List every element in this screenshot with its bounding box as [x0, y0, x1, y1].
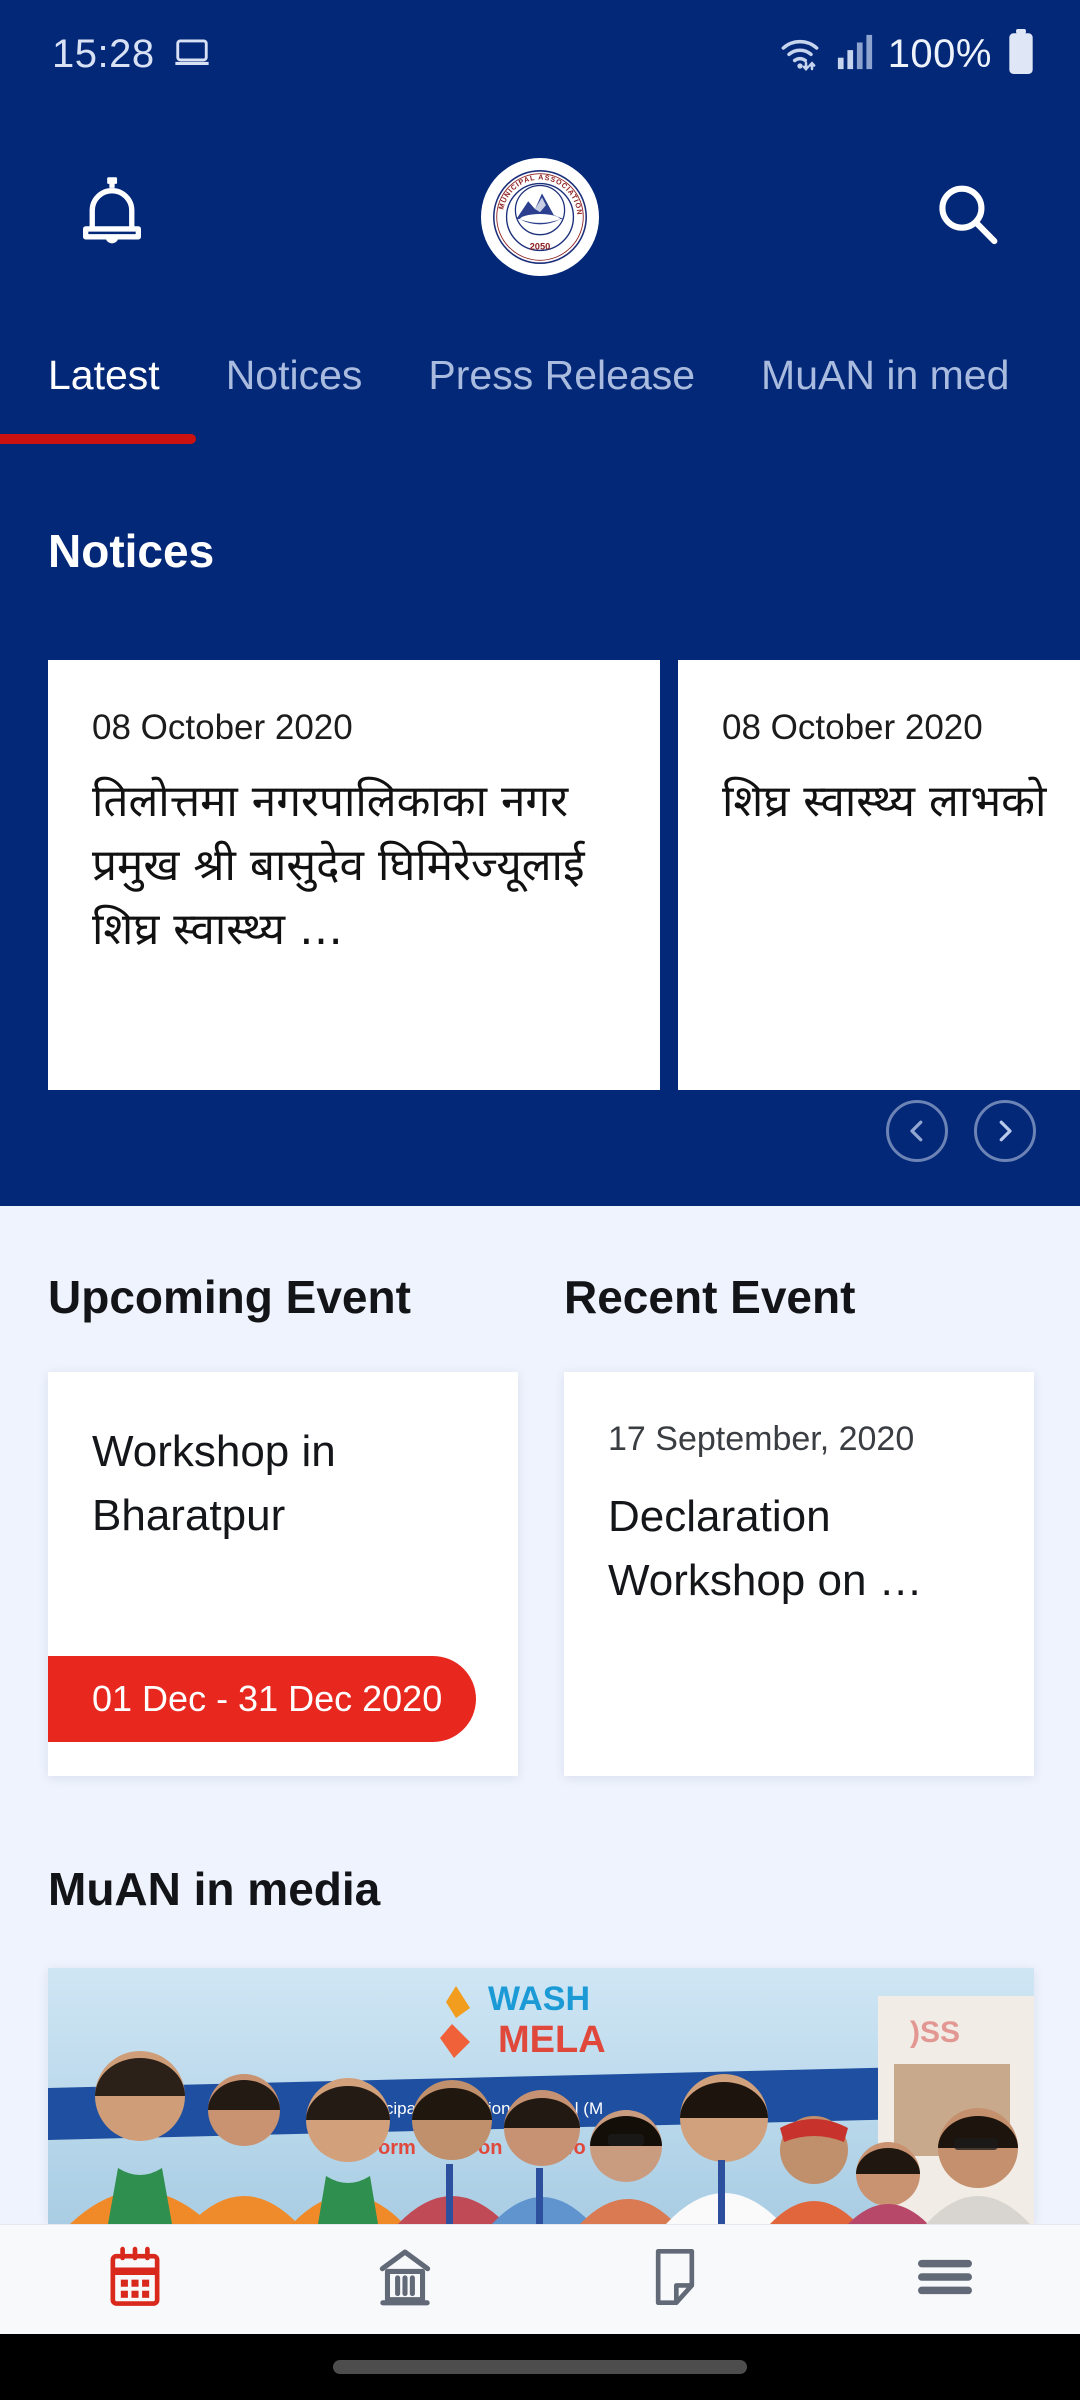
document-note-icon	[647, 2246, 703, 2313]
status-bar: 15:28 100%	[0, 0, 1080, 108]
nav-calendar-button[interactable]	[0, 2246, 270, 2313]
tab-bar[interactable]: Latest Notices Press Release MuAN in med	[0, 326, 1080, 448]
nav-documents-button[interactable]	[540, 2246, 810, 2313]
upcoming-event-heading: Upcoming Event	[48, 1271, 411, 1323]
gesture-pill[interactable]	[333, 2360, 747, 2374]
notice-title: तिलोत्तमा नगरपालिकाका नगर प्रमुख श्री बा…	[92, 776, 585, 955]
upcoming-event-body: Workshop in Bharatpur	[48, 1372, 518, 1548]
nav-association-button[interactable]	[270, 2247, 540, 2312]
signal-icon	[836, 33, 874, 76]
bottom-navigation-bar[interactable]	[0, 2224, 1080, 2334]
battery-percent-label: 100%	[887, 31, 992, 76]
logo-year: 2050	[530, 241, 551, 251]
app-header: MUNICIPAL ASSOCIATION OF NEPAL 2050	[0, 108, 1080, 326]
recent-event-heading: Recent Event	[564, 1271, 856, 1323]
recent-event-date: 17 September, 2020	[608, 1420, 915, 1458]
notice-date: 08 October 2020	[92, 708, 353, 747]
search-button[interactable]	[930, 177, 1006, 258]
media-photo: Municipal Association of Nepal (M WASH M…	[48, 1968, 1034, 2224]
battery-icon	[1006, 28, 1036, 80]
hamburger-menu-icon	[916, 2254, 974, 2305]
upcoming-event-title: Workshop in Bharatpur	[92, 1427, 336, 1540]
chevron-left-icon[interactable]	[886, 1100, 948, 1162]
wifi-icon	[778, 32, 822, 77]
upcoming-event-card[interactable]: Workshop in Bharatpur 01 Dec - 31 Dec 20…	[48, 1372, 518, 1776]
upcoming-event-column: Upcoming Event Workshop in Bharatpur 01 …	[48, 1270, 518, 1776]
tab-latest[interactable]: Latest	[48, 326, 160, 399]
status-bar-right: 100%	[778, 28, 1036, 80]
system-gesture-bar	[0, 2334, 1080, 2400]
notices-heading: Notices	[48, 525, 215, 577]
notice-date: 08 October 2020	[722, 708, 983, 747]
notification-bell-button[interactable]	[74, 174, 150, 261]
app-screen: 15:28 100% MUNICIPAL ASSOCIATION 2050 La…	[0, 0, 1080, 2400]
tab-muan-in-media[interactable]: MuAN in med	[761, 326, 1009, 399]
recent-event-title: Declaration Workshop on …	[608, 1492, 923, 1605]
svg-text:MELA: MELA	[498, 2019, 606, 2061]
cast-icon	[173, 33, 211, 76]
muan-logo[interactable]: MUNICIPAL ASSOCIATION OF NEPAL 2050	[481, 158, 599, 276]
recent-event-column: Recent Event 17 September, 2020 Declarat…	[564, 1270, 1034, 1776]
muan-in-media-heading: MuAN in media	[48, 1863, 381, 1915]
media-photo-card[interactable]: Municipal Association of Nepal (M WASH M…	[48, 1968, 1034, 2224]
chevron-right-icon[interactable]	[974, 1100, 1036, 1162]
tab-notices[interactable]: Notices	[226, 326, 363, 399]
bank-building-icon	[375, 2247, 435, 2312]
calendar-icon	[106, 2246, 164, 2313]
notice-card[interactable]: 08 October 2020 शिघ्र स्वास्थ्य लाभको	[678, 660, 1080, 1090]
tab-press-release[interactable]: Press Release	[428, 326, 695, 399]
status-clock: 15:28	[52, 31, 155, 76]
active-tab-indicator	[0, 434, 196, 444]
carousel-navigation[interactable]	[886, 1100, 1036, 1162]
svg-text:)SS: )SS	[910, 2016, 960, 2049]
status-bar-left: 15:28	[52, 32, 211, 77]
nav-menu-button[interactable]	[810, 2254, 1080, 2305]
recent-event-card[interactable]: 17 September, 2020 Declaration Workshop …	[564, 1372, 1034, 1776]
notice-card[interactable]: 08 October 2020 तिलोत्तमा नगरपालिकाका नग…	[48, 660, 660, 1090]
notice-title: शिघ्र स्वास्थ्य लाभको	[722, 776, 1047, 827]
notices-carousel[interactable]: 08 October 2020 तिलोत्तमा नगरपालिकाका नग…	[48, 660, 1080, 1090]
upcoming-event-date-badge: 01 Dec - 31 Dec 2020	[48, 1656, 477, 1742]
svg-text:WASH: WASH	[488, 1980, 590, 2018]
